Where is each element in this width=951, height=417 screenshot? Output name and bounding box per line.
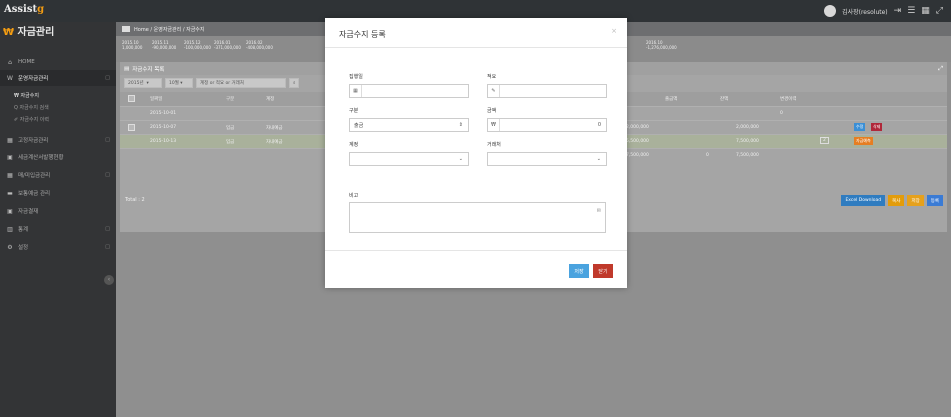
forecast-button[interactable]: 자금예측 <box>854 137 873 145</box>
chart-icon: ▥ <box>7 225 13 233</box>
edit-button[interactable]: 수정 <box>854 123 866 131</box>
filter-bar: 2015년 ▾ 10월 ▾ 계정 or 적요 or 거래처 ⌕ <box>124 78 299 88</box>
sidebar-title: ₩ 자금관리 <box>3 27 55 38</box>
sidebar-item-settings[interactable]: ⚙ 설정 □ <box>0 239 116 255</box>
desktop-icon <box>122 26 130 32</box>
home-icon: ⌂ <box>8 58 12 66</box>
sidebar-collapse-button[interactable]: ‹ <box>104 275 114 285</box>
chevron-down-icon: ⌄ <box>458 156 463 162</box>
account-label: 계정 <box>349 142 359 148</box>
won-icon: ₩ <box>488 119 500 131</box>
account-select[interactable]: ⌄ <box>349 152 469 166</box>
logout-icon[interactable]: ⇥ <box>894 6 902 16</box>
list-icon: ▤ <box>124 65 130 72</box>
calendar-icon: ▦ <box>7 171 13 179</box>
date-label: 집행일 <box>349 74 363 80</box>
receipt-icon: ▣ <box>7 153 13 161</box>
menu-icon[interactable]: ☰ <box>907 6 915 16</box>
action-buttons: Excel Download 복사 저장 등록 <box>841 195 943 206</box>
logo[interactable]: Assistg <box>4 4 44 15</box>
modal-title: 자금수지 등록 <box>339 30 386 39</box>
sidebar-item-statistics[interactable]: ▥ 통계 □ <box>0 221 116 237</box>
deposit-icon: ▬ <box>7 189 13 197</box>
history-badge[interactable]: 2 <box>820 137 829 144</box>
excel-download-button[interactable]: Excel Download <box>841 195 886 206</box>
total-count: Total : 2 <box>125 197 145 203</box>
date-field[interactable]: ▦ <box>349 84 469 98</box>
sidebar-item-deposit[interactable]: ▬ 보통예금 관리 <box>0 185 116 201</box>
close-button[interactable]: 닫기 <box>593 264 613 278</box>
search-input[interactable]: 계정 or 적요 or 거래처 <box>196 78 286 88</box>
calendar-icon[interactable]: ▦ <box>350 85 362 97</box>
grid-icon[interactable]: ▦ <box>921 6 930 16</box>
won-icon: W <box>7 74 13 82</box>
stat-item: 2015.11 -90,000,000 <box>152 40 177 50</box>
save-button[interactable]: 저장 <box>569 264 589 278</box>
sidebar-sub-funds[interactable]: ₩ 자금수지 <box>0 89 116 101</box>
chevron-updown-icon: ⇕ <box>458 122 463 128</box>
year-select[interactable]: 2015년 ▾ <box>124 78 162 88</box>
delete-button[interactable]: 삭제 <box>871 123 883 131</box>
sidebar-item-operating-funds[interactable]: W 운영자금관리 □ <box>0 70 116 86</box>
copy-button[interactable]: 복사 <box>888 195 905 206</box>
note-label: 비고 <box>349 193 359 199</box>
memo-label: 적요 <box>487 74 497 80</box>
sidebar-sub-funds-history[interactable]: ✐ 자금수지 이력 <box>0 113 116 125</box>
stat-item: 2015.12 -100,000,000 <box>184 40 211 50</box>
comment-icon: ✉ <box>596 208 601 214</box>
sidebar: ₩ 자금관리 ⌂ HOME W 운영자금관리 □ ₩ 자금수지 Q 자금수지 검색 ✐… <box>0 22 116 417</box>
expand-icon[interactable]: ⤢ <box>938 65 943 73</box>
search-icon[interactable]: ⌕ <box>289 78 299 88</box>
sidebar-item-home[interactable]: ⌂ HOME <box>0 54 116 70</box>
modal-divider <box>325 250 627 251</box>
type-label: 구분 <box>349 108 359 114</box>
stat-item: 2016.02 -408,000,000 <box>246 40 273 50</box>
sidebar-item-approval[interactable]: ▣ 자금결재 <box>0 203 116 219</box>
amount-field[interactable]: ₩0 <box>487 118 607 132</box>
stat-item: 2016.01 -371,000,000 <box>214 40 241 50</box>
amount-label: 금액 <box>487 108 497 114</box>
register-button[interactable]: 등록 <box>926 195 943 206</box>
fullscreen-icon[interactable]: ⤢ <box>936 6 943 16</box>
calendar-icon: ▦ <box>7 136 13 144</box>
modal-header: 자금수지 등록 × <box>325 18 627 48</box>
vendor-label: 거래처 <box>487 142 501 148</box>
vendor-select[interactable]: ⌄ <box>487 152 607 166</box>
funds-register-modal: 자금수지 등록 × 집행일 ▦ 적요 ✎ 구분 출금 ⇕ 금액 ₩0 계정 ⌄ 거… <box>325 18 627 288</box>
stat-item: 2016.10 -1,276,000,000 <box>646 40 677 50</box>
user-name[interactable]: 김사장(resolute) <box>842 7 888 16</box>
type-select[interactable]: 출금 ⇕ <box>349 118 469 132</box>
chevron-down-icon: ⌄ <box>596 156 601 162</box>
month-select[interactable]: 10월 ▾ <box>165 78 193 88</box>
row-checkbox[interactable] <box>128 124 135 131</box>
sidebar-item-tax-invoice[interactable]: ▣ 세금계산서발행현황 <box>0 149 116 165</box>
note-textarea[interactable]: ✉ <box>349 202 606 233</box>
topbar-actions: 김사장(resolute) ⇥ ☰ ▦ ⤢ <box>824 5 943 17</box>
save-list-button[interactable]: 저장 <box>907 195 924 206</box>
sidebar-item-fixed-funds[interactable]: ▦ 고정자금관리 □ <box>0 132 116 148</box>
pencil-icon: ✎ <box>488 85 500 97</box>
close-icon[interactable]: × <box>611 27 617 35</box>
memo-field[interactable]: ✎ <box>487 84 607 98</box>
settings-icon: ⚙ <box>7 243 13 251</box>
avatar[interactable] <box>824 5 837 17</box>
select-all-checkbox[interactable] <box>128 95 135 102</box>
sidebar-sub-funds-search[interactable]: Q 자금수지 검색 <box>0 101 116 113</box>
bank-icon: ▣ <box>7 207 13 215</box>
stat-item: 2015.10 1,000,000 <box>122 40 143 50</box>
sidebar-item-receivables[interactable]: ▦ 매/미입금관리 □ <box>0 167 116 183</box>
